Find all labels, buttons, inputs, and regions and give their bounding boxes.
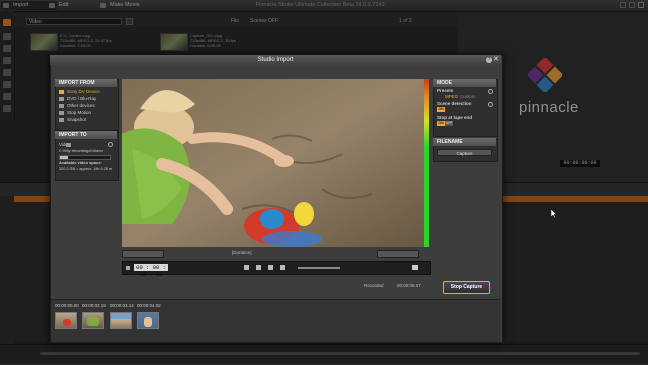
import-source-label: Sony DV Device [67,89,100,94]
filename-field[interactable]: Capture [437,149,492,156]
duration-label: [Duration] [232,250,252,255]
import-source-label: Snapshot [67,117,87,122]
import-to-path: C:\\My recordings\\Video [59,148,103,153]
scene-settings-icon[interactable] [488,102,493,107]
stop-icon[interactable] [256,265,261,270]
help-icon[interactable]: ? [486,57,492,63]
trim-bar: [Duration] [122,249,429,258]
presets-settings-icon[interactable] [488,89,493,94]
scene-thumb-1[interactable] [55,312,77,329]
shuttle-slider[interactable] [298,267,340,269]
play-small-icon[interactable] [126,266,130,270]
disc-icon [59,96,64,101]
import-source-stop-motion[interactable]: Stop Motion [59,110,91,116]
stop-toggle-off[interactable]: OFF [445,121,453,127]
rewind-icon[interactable] [268,265,273,270]
mouse-cursor-icon [551,209,557,218]
camera-icon [59,117,64,122]
settings-icon[interactable] [108,142,113,147]
import-to-header: IMPORT TO [55,131,117,139]
scene-time-1: 00:00:00.00 [55,303,79,308]
import-source-dvd[interactable]: DVD / Blu-Ray [59,96,96,102]
import-source-other[interactable]: Other devices [59,103,95,109]
mark-in-field[interactable] [122,250,164,258]
recorded-value: 00:00:06.07 [397,283,421,288]
folder-icon[interactable] [66,143,71,147]
space-meter-fill [60,156,68,159]
available-space-value: 320.2 GB = approx. 19h 6 25 m [59,167,113,171]
mode-header: MODE [433,79,496,87]
stop-motion-icon [59,110,64,115]
scene-time-3: 00:00:03.14 [110,303,134,308]
dialog-title: Studio Import [257,57,294,63]
import-from-header: IMPORT FROM [55,79,117,87]
audio-level-meter [424,79,429,247]
import-source-label: Other devices [67,103,95,108]
scene-time-4: 00:00:04.02 [137,303,161,308]
folder-icon [59,103,64,108]
import-source-sony-dv[interactable]: Sony DV Device [59,89,100,95]
scene-thumb-2[interactable] [82,312,104,329]
mark-out-field[interactable] [377,250,419,258]
import-source-label: Stop Motion [67,110,92,115]
scene-detection-toggle[interactable]: ON [437,107,445,113]
close-icon[interactable]: ✕ [493,56,499,64]
preset-mpeg[interactable]: MPEG [445,94,458,100]
fast-forward-icon[interactable] [280,265,285,270]
capture-video-preview [122,79,424,247]
scene-thumb-3[interactable] [110,312,132,329]
import-source-snapshot[interactable]: Snapshot [59,117,86,123]
stop-at-tape-end-toggle-row: ON OFF [437,121,453,127]
volume-icon[interactable] [412,265,418,270]
filename-header: FILENAME [433,138,496,146]
scene-time-2: 00:00:02.19 [82,303,106,308]
capture-transport-bar [122,261,431,275]
scene-thumb-4[interactable] [137,312,159,329]
import-source-label: DVD / Blu-Ray [67,96,97,101]
capture-timecode: 00 : 00 : 08 . 12 [134,264,168,278]
scene-detection-toggle-row: ON [437,107,445,113]
recorded-label: Recorded [364,283,384,288]
preset-custom[interactable]: Custom [460,94,476,100]
stop-toggle-on[interactable]: ON [437,121,445,127]
stop-capture-button[interactable]: Stop Capture [443,281,490,294]
pause-icon[interactable] [244,265,249,270]
camcorder-icon [59,89,64,94]
